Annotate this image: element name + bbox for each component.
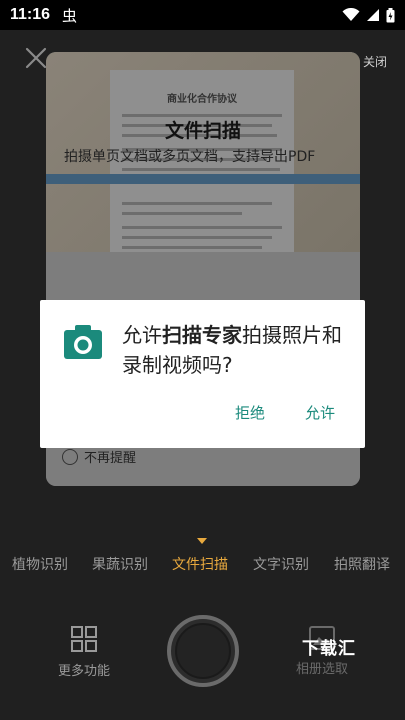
permission-message: 允许扫描专家拍摄照片和录制视频吗? (122, 320, 358, 380)
more-functions-button[interactable]: 更多功能 (54, 626, 114, 679)
mode-selector: 植物识别 果蔬识别 文件扫描 文字识别 拍照翻译 (0, 551, 405, 577)
allow-button[interactable]: 允许 (305, 402, 335, 423)
deny-button[interactable]: 拒绝 (235, 402, 265, 423)
mode-text-recognition[interactable]: 文字识别 (253, 554, 309, 574)
mode-fruit[interactable]: 果蔬识别 (92, 554, 148, 574)
mode-photo-translate[interactable]: 拍照翻译 (334, 554, 390, 574)
album-label: 相册选取 (295, 662, 348, 677)
status-bar: 11:16 虫 (0, 0, 405, 30)
tutorial-description: 拍摄单页文档或多页文档，支持导出PDF (64, 149, 316, 165)
status-icons (342, 7, 395, 23)
shutter-button[interactable] (167, 615, 239, 687)
watermark: 下载汇 (302, 639, 356, 659)
signal-icon (367, 9, 379, 21)
permission-app-name: 扫描专家 (162, 323, 242, 347)
shutter-inner (175, 623, 231, 679)
permission-actions: 拒绝 允许 (235, 402, 335, 423)
mode-document-scan[interactable]: 文件扫描 (172, 554, 228, 574)
permission-prefix: 允许 (122, 323, 162, 347)
bug-icon: 虫 (62, 6, 78, 25)
camera-icon (64, 325, 102, 359)
wifi-icon (342, 8, 360, 21)
no-remind-label: 不再提醒 (84, 451, 137, 466)
permission-dialog: 允许扫描专家拍摄照片和录制视频吗? 拒绝 允许 (40, 300, 365, 448)
mode-indicator (197, 538, 207, 544)
radio-icon[interactable] (62, 448, 78, 465)
document-title: 商业化合作协议 (167, 94, 237, 105)
scan-line (46, 174, 360, 184)
grid-icon (71, 626, 97, 652)
status-time: 11:16 (10, 6, 51, 23)
more-functions-label: 更多功能 (57, 664, 110, 679)
tutorial-heading: 文件扫描 (164, 120, 241, 142)
battery-icon (386, 7, 395, 22)
flash-label: 关闭 (362, 54, 387, 69)
mode-plant[interactable]: 植物识别 (12, 554, 68, 574)
no-remind-option[interactable]: 不再提醒 (62, 447, 136, 466)
